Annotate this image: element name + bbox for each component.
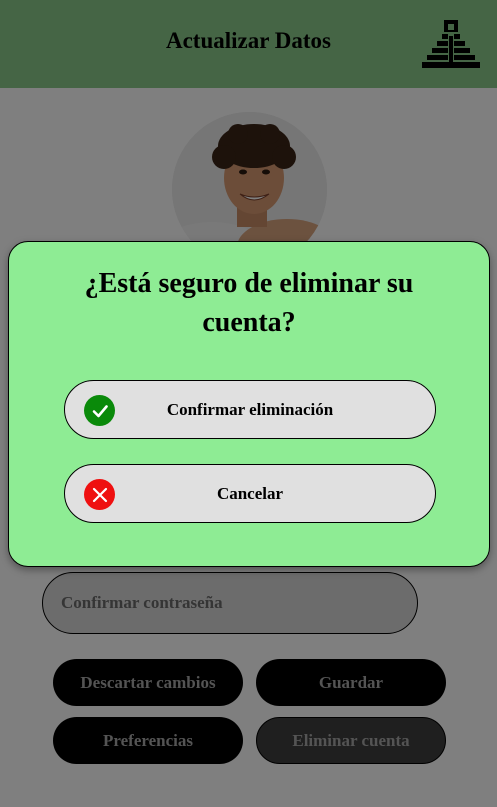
cancel-button[interactable]: Cancelar: [64, 464, 436, 523]
check-circle-icon: [84, 395, 115, 426]
delete-confirmation-dialog: ¿Está seguro de eliminar su cuenta? Conf…: [8, 241, 490, 567]
cancel-label: Cancelar: [216, 483, 284, 503]
confirm-delete-button[interactable]: Confirmar eliminación: [64, 380, 436, 439]
confirm-delete-label: Confirmar eliminación: [166, 399, 334, 419]
dialog-title: ¿Está seguro de eliminar su cuenta?: [84, 268, 414, 338]
close-circle-icon: [84, 479, 115, 510]
